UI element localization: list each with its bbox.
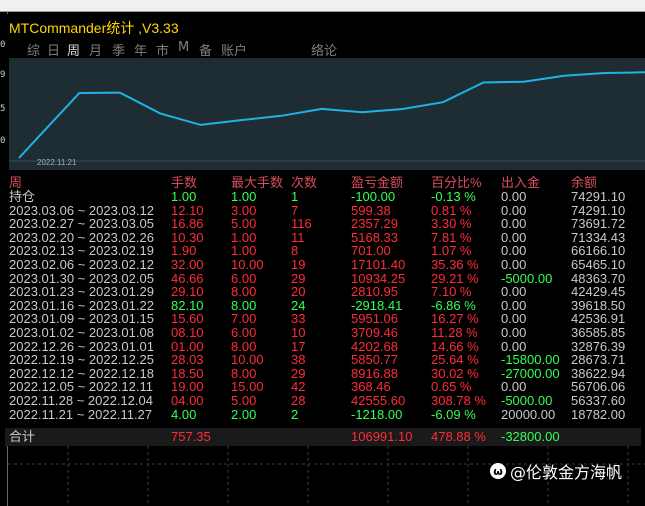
total-pct: 478.88 % [431, 429, 486, 444]
row-count: 19 [291, 257, 306, 272]
tab-week[interactable]: 周 [67, 40, 80, 59]
row-pct: -0.13 % [431, 189, 476, 204]
tab-day[interactable]: 日 [47, 40, 60, 59]
row-pct: -6.09 % [431, 406, 476, 422]
table-row[interactable]: 2022.11.28 ~ 2022.12.04 04.00 5.00 28 42555.… [5, 394, 641, 408]
row-week: 2023.02.06 ~ 2023.02.12 [9, 257, 154, 272]
total-lots: 757.35 [171, 429, 211, 444]
row-deposit: 0.00 [501, 325, 527, 340]
tab-m[interactable]: M [178, 40, 189, 55]
row-deposit: 0.00 [501, 257, 527, 272]
row-max-lots: 10.00 [231, 257, 264, 272]
tab-forum[interactable]: 络论 [311, 40, 337, 59]
row-pnl: -100.00 [351, 189, 396, 204]
row-balance: 36585.85 [571, 325, 626, 340]
total-pnl: 106991.10 [351, 429, 413, 444]
header-max-lots: 最大手数 [231, 175, 284, 190]
row-pnl: 42555.60 [351, 393, 406, 408]
header-pnl: 盈亏金额 [351, 175, 404, 190]
window-title: MTCommander统计 ,V3.33 [9, 20, 179, 36]
header-lots: 手数 [171, 175, 198, 190]
tab-summary[interactable]: 综 [27, 40, 40, 59]
row-balance: 56337.60 [571, 393, 626, 408]
row-count: 28 [291, 393, 306, 408]
row-week: 2022.11.21 ~ 2022.11.27 [9, 406, 153, 422]
table-row[interactable]: 持仓 1.00 1.00 1 -100.00 -0.13 % 0.00 74291.10 [5, 190, 641, 204]
row-lots: 04.00 [171, 393, 204, 408]
row-max-lots: 2.00 [231, 406, 257, 422]
table-row[interactable]: 2022.11.21 ~ 2022.11.27 4.00 2.00 2 -1218.00… [5, 406, 641, 422]
tab-account[interactable]: 账户 [221, 40, 247, 59]
total-deposit: -32800.00 [501, 429, 560, 444]
weibo-icon: ω [490, 463, 506, 479]
row-balance: 65465.10 [571, 257, 626, 272]
equity-chart [9, 58, 645, 170]
row-count: 1 [291, 189, 299, 204]
table-header: 周 手数 最大手数 次数 盈亏金额 百分比% 出入金 余额 [5, 176, 641, 190]
header-week: 周 [9, 175, 23, 190]
row-week: 2023.01.02 ~ 2023.01.08 [9, 325, 154, 340]
row-pnl: -1218.00 [351, 406, 403, 422]
watermark: ω @伦敦金方海帆 [490, 459, 622, 483]
row-balance: 18782.00 [571, 406, 626, 422]
row-lots: 1.00 [171, 189, 197, 204]
header-deposit: 出入金 [501, 175, 541, 190]
tab-month[interactable]: 月 [89, 40, 102, 59]
equity-line [18, 71, 645, 159]
row-week: 2022.11.28 ~ 2022.12.04 [9, 393, 153, 408]
header-balance: 余额 [571, 175, 598, 190]
tab-year[interactable]: 年 [134, 40, 147, 59]
row-deposit: -5000.00 [501, 393, 553, 408]
row-max-lots: 1.00 [231, 189, 257, 204]
row-deposit: 0.00 [501, 189, 527, 204]
chart-background-top [0, 0, 645, 12]
table-row[interactable]: 2023.02.06 ~ 2023.02.12 32.00 10.00 19 17101… [5, 258, 641, 272]
table-row[interactable]: 2023.01.02 ~ 2023.01.08 08.10 6.00 10 3709.4… [5, 326, 641, 340]
equity-chart-svg [9, 71, 645, 162]
row-balance: 74291.10 [571, 189, 626, 204]
row-pnl: 17101.40 [351, 257, 406, 272]
tab-bar: 综 日 周 月 季 年 市 M 备 账户 络论 [9, 40, 645, 59]
row-max-lots: 5.00 [231, 393, 257, 408]
row-pct: 11.28 % [431, 325, 478, 340]
total-label: 合计 [9, 429, 36, 444]
row-pct: 35.36 % [431, 257, 479, 272]
tab-notes[interactable]: 备 [199, 40, 212, 59]
row-pnl: 3709.46 [351, 325, 398, 340]
row-deposit: 20000.00 [501, 406, 556, 422]
chart-start-date: 2022.11.21 [37, 158, 77, 167]
row-count: 10 [291, 325, 306, 340]
row-count: 2 [291, 406, 299, 422]
row-max-lots: 6.00 [231, 325, 257, 340]
row-lots: 4.00 [171, 406, 197, 422]
total-row: 合计 757.35 106991.10 478.88 % -32800.00 [5, 430, 641, 444]
watermark-text: @伦敦金方海帆 [510, 463, 623, 482]
row-pct: 308.78 % [431, 393, 486, 408]
header-count: 次数 [291, 175, 318, 190]
tab-market[interactable]: 市 [156, 40, 169, 59]
row-week: 持仓 [9, 189, 36, 204]
row-lots: 32.00 [171, 257, 204, 272]
row-lots: 08.10 [171, 325, 204, 340]
header-pct: 百分比% [431, 175, 482, 190]
tab-quarter[interactable]: 季 [112, 40, 125, 59]
